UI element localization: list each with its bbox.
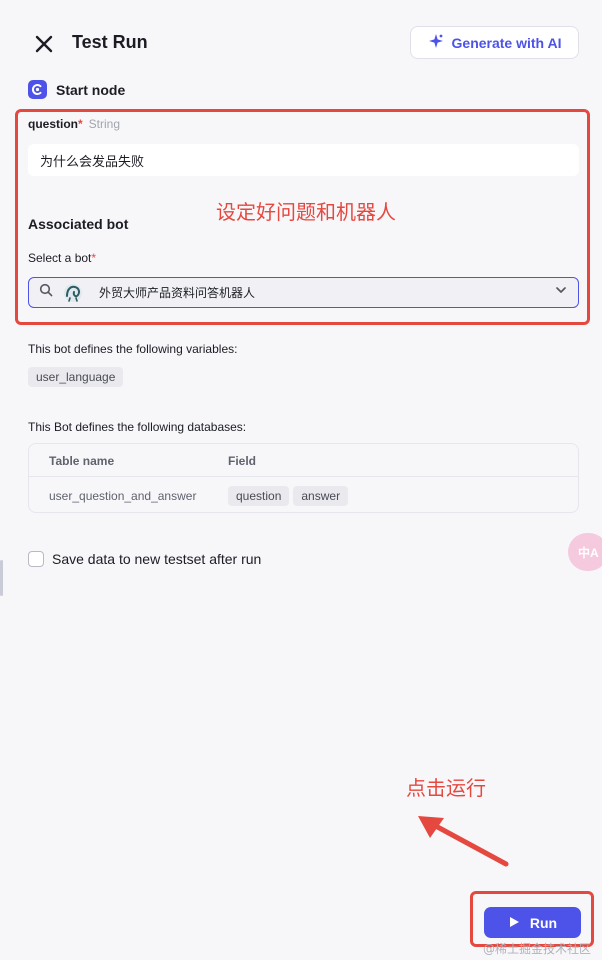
question-input[interactable] [28, 144, 579, 176]
bot-avatar-icon [64, 283, 82, 302]
start-node-label: Start node [56, 81, 126, 98]
save-testset-row[interactable]: Save data to new testset after run [28, 551, 261, 567]
field-tag: question [228, 486, 290, 506]
question-type: String [88, 117, 121, 131]
variable-tag: user_language [28, 367, 124, 387]
required-mark: * [91, 251, 97, 265]
required-mark: * [78, 117, 83, 131]
close-icon[interactable] [30, 30, 58, 58]
table-header: Table name Field [29, 444, 578, 477]
table-row-name: user_question_and_answer [49, 489, 197, 503]
start-node-header: Start node [28, 80, 125, 99]
column-field: Field [228, 454, 257, 468]
panel-resize-handle[interactable] [0, 560, 3, 596]
question-label: question* String [28, 117, 120, 131]
databases-label: This Bot defines the following databases… [28, 420, 247, 434]
test-run-panel: Test Run Generate with AI Start node que… [0, 0, 602, 960]
associated-bot-title: Associated bot [28, 216, 129, 232]
question-name: question [28, 117, 78, 131]
run-label: Run [529, 914, 558, 931]
annotation-setup: 设定好问题和机器人 [216, 200, 396, 224]
start-node-icon [28, 80, 47, 99]
variables-label: This bot defines the following variables… [28, 342, 238, 356]
watermark: @稀土掘金技术社区 [483, 942, 592, 956]
bot-select[interactable]: 外贸大师产品资料问答机器人 [28, 277, 579, 308]
select-bot-text: Select a bot [28, 251, 92, 265]
databases-table: Table name Field user_question_and_answe… [28, 443, 579, 513]
column-table-name: Table name [49, 454, 115, 468]
page-title: Test Run [72, 32, 148, 52]
annotation-run: 点击运行 [406, 776, 486, 800]
chevron-down-icon [554, 283, 568, 302]
translate-icon[interactable]: 中A [568, 533, 602, 571]
play-icon [508, 915, 520, 931]
save-testset-checkbox[interactable] [28, 551, 44, 567]
generate-with-ai-button[interactable]: Generate with AI [410, 26, 579, 59]
select-bot-label: Select a bot* [28, 251, 96, 265]
search-icon [39, 283, 53, 302]
save-testset-label: Save data to new testset after run [52, 551, 262, 567]
sparkle-icon [428, 33, 444, 52]
table-row-fields: question answer [228, 486, 349, 506]
generate-label: Generate with AI [451, 34, 562, 51]
run-button[interactable]: Run [484, 907, 581, 938]
field-tag: answer [293, 486, 349, 506]
annotation-arrow-icon [418, 816, 509, 867]
selected-bot-name: 外贸大师产品资料问答机器人 [99, 286, 256, 300]
